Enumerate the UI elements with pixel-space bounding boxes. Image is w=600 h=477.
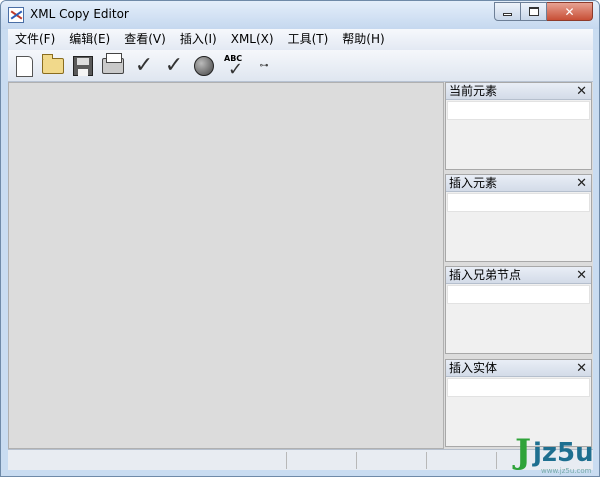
title-bar[interactable]: XML Copy Editor ✕ <box>1 1 599 29</box>
minimize-button[interactable] <box>494 2 521 21</box>
menu-view[interactable]: 查看(V) <box>117 29 173 50</box>
validate-button[interactable]: ✓ <box>162 54 186 78</box>
status-separator <box>426 452 427 469</box>
maximize-button[interactable] <box>521 2 547 21</box>
side-panel: 当前元素 ✕ 插入元素 ✕ 插入兄弟节点 ✕ 插入实体 ✕ <box>444 82 593 449</box>
close-icon[interactable]: ✕ <box>576 360 587 377</box>
watermark-text: jz5u <box>533 438 594 468</box>
minimize-icon <box>503 13 512 16</box>
xml-icon: ⊶ <box>259 61 269 71</box>
pane-current-element: 当前元素 ✕ <box>445 82 592 170</box>
check-wellformed-icon: ✓ <box>134 53 154 78</box>
browser-icon <box>194 56 214 76</box>
close-button[interactable]: ✕ <box>547 2 593 21</box>
status-separator <box>286 452 287 469</box>
open-folder-icon <box>42 54 64 74</box>
close-icon: ✕ <box>564 4 575 19</box>
spellcheck-check: ✓ <box>228 59 244 80</box>
pane-title: 插入元素 <box>449 175 498 190</box>
menu-tools[interactable]: 工具(T) <box>281 29 336 50</box>
open-button[interactable] <box>41 54 65 78</box>
toolbar: ✓ ✓ ABC ✓ ⊶ <box>8 50 593 82</box>
status-separator <box>496 452 497 469</box>
print-button[interactable] <box>101 53 125 78</box>
pane-title: 当前元素 <box>449 83 498 98</box>
xml-button[interactable]: ⊶ <box>252 54 276 78</box>
validate-icon: ✓ <box>164 53 184 78</box>
new-document-button[interactable] <box>12 54 36 78</box>
print-icon <box>102 53 124 74</box>
save-button[interactable] <box>71 54 95 78</box>
app-window: XML Copy Editor ✕ 文件(F) 编辑(E) 查看(V) 插入(I… <box>0 0 600 477</box>
menu-help[interactable]: 帮助(H) <box>335 29 391 50</box>
watermark-logo: J jz5u www.jz5u.com <box>501 432 596 476</box>
new-document-icon <box>15 55 33 77</box>
menu-edit[interactable]: 编辑(E) <box>62 29 117 50</box>
pane-header: 插入元素 ✕ <box>446 175 591 192</box>
editor-area[interactable] <box>8 82 444 449</box>
watermark-j: J <box>515 432 532 472</box>
maximize-icon <box>528 7 539 16</box>
pane-title: 插入实体 <box>449 360 498 375</box>
menu-xml[interactable]: XML(X) <box>224 29 281 50</box>
menu-insert[interactable]: 插入(I) <box>173 29 224 50</box>
pane-field[interactable] <box>447 101 590 120</box>
pane-header: 当前元素 ✕ <box>446 83 591 100</box>
pane-field[interactable] <box>447 285 590 304</box>
status-separator <box>356 452 357 469</box>
menu-file[interactable]: 文件(F) <box>8 29 62 50</box>
app-logo-icon <box>8 7 24 23</box>
browser-button[interactable] <box>192 54 216 78</box>
check-wellformed-button[interactable]: ✓ <box>132 54 156 78</box>
close-icon[interactable]: ✕ <box>576 267 587 284</box>
close-icon[interactable]: ✕ <box>576 175 587 192</box>
save-icon <box>73 56 93 76</box>
pane-field[interactable] <box>447 378 590 397</box>
pane-insert-sibling: 插入兄弟节点 ✕ <box>445 266 592 354</box>
pane-title: 插入兄弟节点 <box>449 267 522 282</box>
window-controls: ✕ <box>494 2 593 21</box>
window-title: XML Copy Editor <box>30 7 129 21</box>
close-icon[interactable]: ✕ <box>576 83 587 100</box>
watermark-url: www.jz5u.com <box>541 467 592 475</box>
menu-bar: 文件(F) 编辑(E) 查看(V) 插入(I) XML(X) 工具(T) 帮助(… <box>8 29 593 50</box>
pane-field[interactable] <box>447 193 590 212</box>
pane-insert-element: 插入元素 ✕ <box>445 174 592 262</box>
spellcheck-button[interactable]: ABC ✓ <box>222 54 246 80</box>
pane-header: 插入兄弟节点 ✕ <box>446 267 591 284</box>
pane-header: 插入实体 ✕ <box>446 360 591 377</box>
spellcheck-icon: ABC ✓ <box>222 54 246 80</box>
